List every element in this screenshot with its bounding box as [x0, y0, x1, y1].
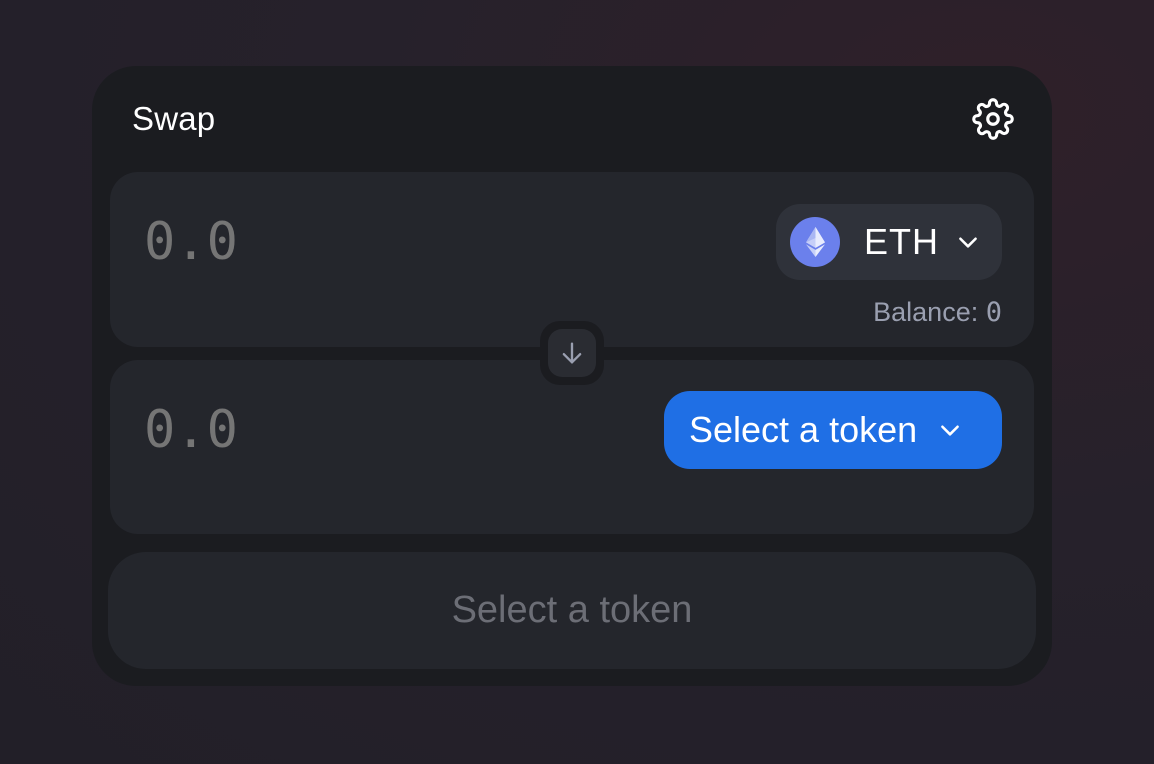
- ethereum-icon: [790, 217, 840, 267]
- balance-value: 0: [985, 297, 1002, 328]
- balance-text: Balance: 0: [873, 297, 1002, 328]
- input-amount-field[interactable]: [144, 212, 464, 272]
- chevron-down-icon: [955, 229, 981, 255]
- token-symbol: ETH: [864, 221, 939, 262]
- switch-direction-button[interactable]: [540, 321, 604, 385]
- page-title: Swap: [132, 100, 216, 137]
- token-selector-eth[interactable]: ETH: [776, 204, 1002, 280]
- select-token-button[interactable]: Select a token: [664, 391, 1002, 469]
- output-amount-field[interactable]: [144, 400, 464, 460]
- select-token-label: Select a token: [689, 409, 918, 450]
- balance-label: Balance:: [873, 297, 979, 327]
- arrow-down-icon: [548, 329, 596, 377]
- swap-card: Swap ETH: [92, 66, 1052, 686]
- swap-action-label: Select a token: [451, 589, 693, 631]
- chevron-down-icon: [937, 417, 963, 443]
- output-token-panel: Select a token: [110, 360, 1034, 534]
- gear-icon[interactable]: [972, 98, 1014, 140]
- swap-action-button[interactable]: Select a token: [108, 552, 1036, 669]
